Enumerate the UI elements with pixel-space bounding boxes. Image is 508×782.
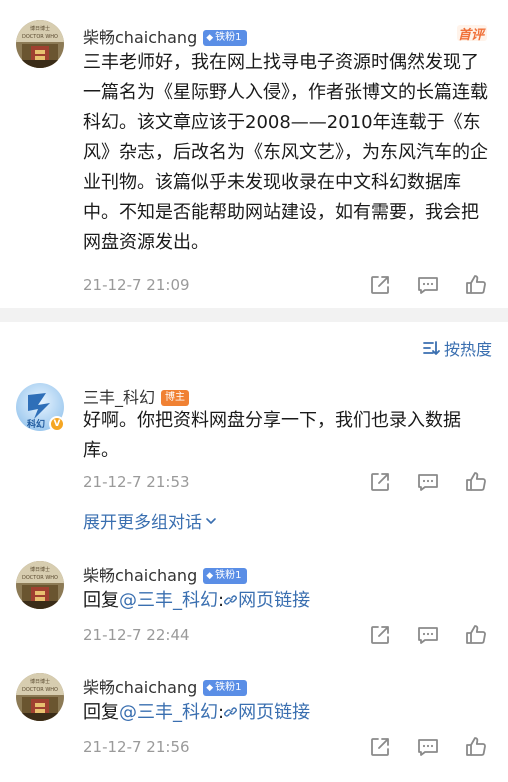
like-icon[interactable] <box>464 470 488 494</box>
avatar[interactable] <box>16 673 64 721</box>
author-name-text: 柴畅chaichang <box>83 678 198 697</box>
link-icon <box>224 595 237 605</box>
author-name-text: 柴畅chaichang <box>83 566 198 585</box>
fan-badge: ◆ 铁粉1 <box>203 567 247 584</box>
fan-badge: ◆ 铁粉1 <box>203 679 247 696</box>
comment-icon[interactable] <box>416 470 440 494</box>
reply-time: 21-12-7 21:53 <box>83 473 190 491</box>
like-icon[interactable] <box>464 735 488 759</box>
sort-by-heat-button[interactable]: 按热度 <box>422 336 492 360</box>
share-icon[interactable] <box>368 735 392 759</box>
like-icon[interactable] <box>464 623 488 647</box>
reply-text: 回复@三丰_科幻: 网页链接 <box>83 586 493 616</box>
author-name[interactable]: 柴畅chaichang ◆ 铁粉1 <box>83 24 247 48</box>
reply-prefix: 回复 <box>83 590 119 611</box>
author-name-text: 三丰_科幻 <box>83 388 156 407</box>
avatar-image <box>16 673 64 721</box>
share-icon[interactable] <box>368 470 392 494</box>
link-icon <box>224 707 237 717</box>
svg-text:科幻: 科幻 <box>27 418 45 430</box>
reply-text: 回复@三丰_科幻: 网页链接 <box>83 698 493 728</box>
share-icon[interactable] <box>368 273 392 297</box>
reply-time: 21-12-7 21:56 <box>83 738 190 756</box>
mention-link[interactable]: @三丰_科幻 <box>119 702 218 723</box>
expand-label: 展开更多组对话 <box>83 513 202 533</box>
verified-icon: V <box>49 416 65 432</box>
web-link-label: 网页链接 <box>238 590 311 611</box>
diamond-icon: ◆ <box>206 682 214 693</box>
avatar-image <box>16 20 64 68</box>
diamond-icon: ◆ <box>206 32 214 43</box>
reply-time: 21-12-7 22:44 <box>83 626 190 644</box>
chevron-down-icon <box>206 517 216 524</box>
sort-label: 按热度 <box>444 340 493 359</box>
reply-prefix: 回复 <box>83 702 119 723</box>
author-name[interactable]: 柴畅chaichang ◆ 铁粉1 <box>83 674 247 698</box>
author-name[interactable]: 三丰_科幻 博主 <box>83 384 190 408</box>
avatar[interactable] <box>16 561 64 609</box>
comment-actions <box>368 273 488 297</box>
comment-icon[interactable] <box>416 623 440 647</box>
expand-more-dialogs-link[interactable]: 展开更多组对话 <box>83 508 218 533</box>
first-comment-tag: 首评 <box>456 24 488 43</box>
avatar[interactable]: 科幻 V <box>16 383 65 432</box>
fan-badge-label: 铁粉1 <box>215 31 242 43</box>
share-icon[interactable] <box>368 623 392 647</box>
comment-icon[interactable] <box>416 735 440 759</box>
avatar-image <box>16 561 64 609</box>
avatar[interactable] <box>16 20 64 68</box>
web-link[interactable]: 网页链接 <box>224 590 310 611</box>
blogger-badge: 博主 <box>161 389 190 406</box>
sort-icon <box>423 341 440 355</box>
section-divider <box>0 308 508 322</box>
web-link[interactable]: 网页链接 <box>224 702 310 723</box>
reply-actions <box>368 623 488 647</box>
like-icon[interactable] <box>464 273 488 297</box>
comment-time: 21-12-7 21:09 <box>83 276 190 294</box>
fan-badge: ◆ 铁粉1 <box>203 29 247 46</box>
reply-text: 好啊。你把资料网盘分享一下，我们也录入数据库。 <box>83 410 461 461</box>
author-name-text: 柴畅chaichang <box>83 28 198 47</box>
diamond-icon: ◆ <box>206 570 214 581</box>
reply-actions <box>368 735 488 759</box>
author-name[interactable]: 柴畅chaichang ◆ 铁粉1 <box>83 562 247 586</box>
comment-icon[interactable] <box>416 273 440 297</box>
fan-badge-label: 铁粉1 <box>215 681 242 693</box>
mention-link[interactable]: @三丰_科幻 <box>119 590 218 611</box>
comment-text: 三丰老师好，我在网上找寻电子资源时偶然发现了一篇名为《星际野人入侵》，作者张博文… <box>83 52 488 253</box>
reply-actions <box>368 470 488 494</box>
web-link-label: 网页链接 <box>238 702 311 723</box>
fan-badge-label: 铁粉1 <box>215 569 242 581</box>
first-comment-tag-label: 首评 <box>458 28 485 43</box>
